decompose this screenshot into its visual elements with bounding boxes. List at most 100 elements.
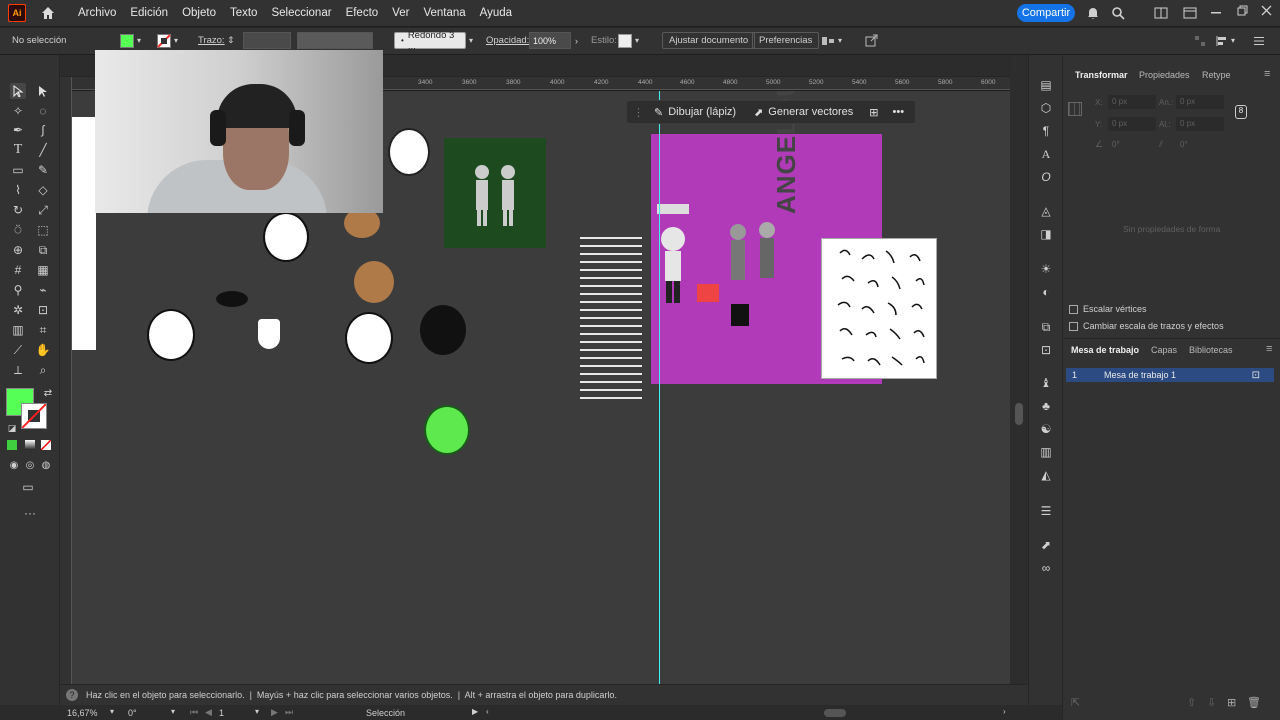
rotation-value[interactable]: 0° — [128, 708, 137, 718]
edit-toolbar-icon[interactable]: ··· — [22, 505, 38, 521]
direct-selection-icon[interactable] — [35, 83, 51, 99]
rectangle-tool-icon[interactable]: ▭ — [10, 162, 26, 178]
add-artboard-icon[interactable]: ⊞ — [1227, 696, 1236, 709]
help-icon[interactable]: ? — [66, 689, 78, 701]
chevron-down-icon[interactable]: ▾ — [110, 707, 114, 716]
tab-mesa-de-trabajo[interactable]: Mesa de trabajo — [1071, 345, 1139, 355]
x-value[interactable]: 0 px — [1108, 95, 1156, 109]
graphic-styles-icon[interactable]: ◐ — [1038, 284, 1054, 300]
pen-tool-icon[interactable]: ✒ — [10, 122, 26, 138]
next-artboard-icon[interactable]: ▶ — [271, 707, 278, 718]
menu-edicion[interactable]: Edición — [130, 7, 168, 19]
tab-transformar[interactable]: Transformar — [1075, 70, 1128, 80]
zoom-value[interactable]: 16,67% — [67, 708, 98, 718]
type-tool-icon[interactable]: T — [10, 142, 26, 158]
hand-tool-icon[interactable]: ✋ — [35, 342, 51, 358]
shape-builder-icon[interactable]: ⊕ — [10, 242, 26, 258]
chevron-right-icon[interactable]: › — [1003, 707, 1006, 716]
control-menu-icon[interactable] — [1254, 32, 1264, 49]
artboard-tool-icon[interactable]: ⊡ — [35, 302, 51, 318]
graph-tool-icon[interactable]: ▥ — [10, 322, 26, 338]
angle-value[interactable]: 0° — [1108, 138, 1156, 152]
menu-ver[interactable]: Ver — [392, 7, 409, 19]
menu-archivo[interactable]: Archivo — [78, 7, 116, 19]
search-icon[interactable] — [1110, 5, 1126, 21]
scale-tool-icon[interactable]: ⤢ — [35, 202, 51, 218]
artboard-list-row[interactable]: 1 Mesa de trabajo 1 ⊡ — [1066, 368, 1274, 382]
artboard-nav-value[interactable]: 1 — [219, 708, 224, 718]
vertical-scrollbar[interactable] — [1010, 55, 1028, 705]
panel-menu-icon[interactable]: ≡ — [1264, 68, 1270, 80]
chevron-right-icon[interactable]: ▶ — [472, 707, 478, 716]
image-settings-icon[interactable]: ⊞ — [869, 106, 878, 119]
delete-icon[interactable]: 🗑 — [1247, 696, 1261, 709]
opentype-icon[interactable]: O — [1038, 169, 1054, 185]
curvature-icon[interactable]: ∫ — [35, 122, 51, 138]
default-colors-icon[interactable]: ◪ — [4, 420, 20, 436]
align-panel-icon[interactable]: ☰ — [1038, 503, 1054, 519]
free-transform-icon[interactable]: ⬚ — [35, 222, 51, 238]
gradient-panel-icon[interactable]: ▥ — [1038, 444, 1054, 460]
warp-tool-icon[interactable]: ⍥ — [10, 222, 26, 238]
stroke-color-box[interactable] — [21, 403, 47, 429]
scale-corners-checkbox[interactable]: Escalar vértices — [1069, 304, 1147, 315]
more-options-icon[interactable]: ••• — [893, 106, 905, 118]
opacity-value[interactable]: 100% — [529, 32, 571, 49]
chevron-down-icon[interactable]: ▾ — [255, 707, 259, 716]
character-icon[interactable]: A — [1038, 146, 1054, 162]
brush-dropdown[interactable]: • Redondo 3 ... ▾ — [394, 30, 473, 52]
drag-handle-icon[interactable]: ⋮ — [633, 106, 644, 119]
draw-normal-icon[interactable]: ◉ — [6, 457, 22, 473]
fill-swatch[interactable]: ▾ — [120, 32, 141, 49]
rotate-tool-icon[interactable]: ↻ — [10, 202, 26, 218]
artboards-icon[interactable]: ⊡ — [1038, 342, 1054, 358]
chevron-right-icon[interactable]: › — [575, 36, 578, 46]
tab-bibliotecas[interactable]: Bibliotecas — [1189, 345, 1233, 355]
mesh-tool-icon[interactable]: # — [10, 262, 26, 278]
layers-icon[interactable]: ⧉ — [1038, 319, 1054, 335]
minimize-icon[interactable] — [1208, 5, 1224, 21]
opacity-label[interactable]: Opacidad: — [486, 32, 529, 49]
last-artboard-icon[interactable]: ⏭ — [285, 707, 293, 718]
menu-ventana[interactable]: Ventana — [423, 7, 465, 19]
arrange-icon[interactable] — [1182, 5, 1198, 21]
line-tool-icon[interactable]: ╱ — [35, 142, 51, 158]
y-value[interactable]: 0 px — [1108, 117, 1156, 131]
generate-vectors-button[interactable]: Generar vectores — [768, 106, 853, 118]
style-swatch[interactable]: ▾ — [618, 32, 639, 49]
align-panel-icon[interactable]: ▾ — [1215, 32, 1235, 49]
horizontal-scroll-thumb[interactable] — [824, 709, 846, 717]
close-icon[interactable] — [1258, 2, 1274, 18]
scroll-thumb[interactable] — [1015, 403, 1023, 425]
gradient-mode-swatch[interactable] — [25, 440, 35, 450]
asset-export-icon[interactable]: ⬈ — [1038, 537, 1054, 553]
distribute-icon[interactable] — [1194, 32, 1206, 49]
workspace-icon[interactable] — [1153, 5, 1169, 21]
3d-panel-icon[interactable]: ⬡ — [1038, 100, 1054, 116]
perspective-grid-icon[interactable]: ⧉ — [35, 242, 51, 258]
chevron-left-icon[interactable]: ‹ — [486, 707, 489, 716]
none-mode-swatch[interactable] — [40, 439, 52, 451]
brushes-icon[interactable]: ♝ — [1038, 375, 1054, 391]
first-artboard-icon[interactable]: ⏮ — [190, 707, 198, 718]
tab-capas[interactable]: Capas — [1151, 345, 1177, 355]
link-proportions-icon[interactable]: 8 — [1235, 105, 1247, 119]
knife-tool-icon[interactable]: ⟋ — [10, 342, 26, 358]
h-value[interactable]: 0 px — [1176, 117, 1224, 131]
draw-behind-icon[interactable]: ◎ — [22, 457, 38, 473]
pencil-tool-icon[interactable]: ✎ — [35, 162, 51, 178]
color-mode-swatch[interactable] — [7, 440, 17, 450]
draw-inside-icon[interactable]: ◍ — [38, 457, 54, 473]
stroke-weight-field[interactable] — [243, 32, 291, 49]
move-down-icon[interactable]: ⇩ — [1207, 696, 1216, 709]
opacity-field[interactable]: 100% › — [529, 32, 578, 49]
menu-ayuda[interactable]: Ayuda — [480, 7, 512, 19]
screen-mode-icon[interactable]: ▭ — [20, 479, 36, 495]
artboard-options-icon[interactable]: ⊡ — [1252, 370, 1260, 381]
gradient-tool-icon[interactable]: ▦ — [35, 262, 51, 278]
chevron-down-icon[interactable]: ▾ — [171, 707, 175, 716]
appearance-icon[interactable]: ☀ — [1038, 261, 1054, 277]
measure-icon[interactable]: ⟂ — [10, 362, 26, 378]
tab-retype[interactable]: Retype — [1202, 70, 1231, 80]
symbol-sprayer-icon[interactable]: ✲ — [10, 302, 26, 318]
